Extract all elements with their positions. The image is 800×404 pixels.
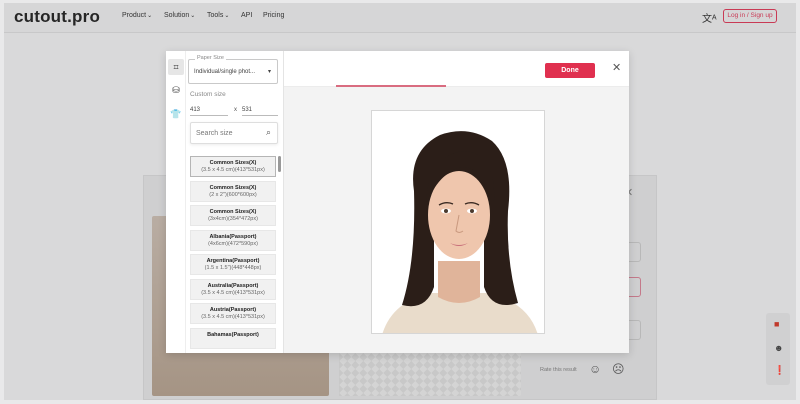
size-dimensions: (2 x 2")(600*600px) bbox=[209, 191, 257, 198]
size-dimensions: (3x4cm)(354*472px) bbox=[208, 216, 258, 222]
size-dimensions: (4x6cm)(472*590px) bbox=[208, 240, 258, 247]
login-button[interactable]: Log in / Sign up bbox=[723, 9, 777, 23]
nav-label: Product bbox=[122, 12, 147, 19]
shirt-icon[interactable]: 👕 bbox=[168, 106, 184, 122]
crop-icon[interactable]: ⌗ bbox=[168, 59, 184, 75]
size-option[interactable]: Bahamas(Passport) bbox=[190, 327, 276, 349]
crop-modal: ⌗ ⛁ 👕 Paper Size Individual/single phot.… bbox=[166, 51, 629, 353]
size-option[interactable]: Austria(Passport) (3.5 x 4.5 cm)(413*531p… bbox=[190, 303, 276, 324]
chevron-down-icon: ⌄ bbox=[224, 13, 230, 19]
chevron-down-icon: ⌄ bbox=[147, 13, 153, 19]
search-placeholder: Search size bbox=[196, 130, 233, 137]
paper-size-label: Paper Size bbox=[195, 55, 226, 61]
frown-icon: ☹ bbox=[612, 362, 625, 376]
size-name: Common Sizes(X) bbox=[209, 184, 257, 191]
paper-size-select[interactable]: Paper Size Individual/single phot... ▾ bbox=[188, 55, 278, 84]
nav-item-api[interactable]: API bbox=[241, 12, 252, 19]
size-option[interactable]: Common Sizes(X) (3x4cm)(354*472px) bbox=[190, 205, 276, 226]
custom-size-label: Custom size bbox=[190, 91, 226, 98]
search-icon: ⌕ bbox=[266, 127, 272, 137]
search-size-input[interactable]: Search size ⌕ bbox=[190, 122, 278, 144]
passport-photo bbox=[371, 110, 545, 334]
size-dimensions: (1.5 x 1.5")(448*448px) bbox=[204, 265, 262, 271]
size-name: Albania(Passport) bbox=[209, 233, 257, 240]
tool-column: ⌗ ⛁ 👕 bbox=[166, 51, 186, 353]
paint-bucket-icon[interactable]: ⛁ bbox=[168, 82, 184, 98]
logo[interactable]: cutout.pro bbox=[14, 7, 100, 27]
nav-label: Tools bbox=[207, 12, 224, 19]
nav-item-pricing[interactable]: Pricing bbox=[263, 12, 284, 19]
chevron-down-icon: ⌄ bbox=[190, 13, 196, 19]
gift-icon: ■ bbox=[774, 319, 780, 329]
feedback-icon: ❗ bbox=[774, 365, 786, 375]
size-option[interactable]: Common Sizes(X) (3.5 x 4.5 cm)(413*531px) bbox=[190, 156, 276, 177]
smile-icon: ☺ bbox=[589, 362, 602, 376]
size-option[interactable]: Australia(Passport) (3.5 x 4.5 cm)(413*53… bbox=[190, 278, 276, 300]
width-input[interactable]: 413 bbox=[190, 107, 228, 116]
size-name: Argentina(Passport) bbox=[206, 258, 260, 264]
close-icon[interactable]: ✕ bbox=[612, 61, 621, 74]
nav-item-solution[interactable]: Solution⌄ bbox=[164, 12, 195, 19]
size-list: Common Sizes(X) (3.5 x 4.5 cm)(413*531px)… bbox=[190, 156, 278, 353]
top-nav: cutout.pro Product⌄ Solution⌄ Tools⌄ API… bbox=[4, 3, 796, 33]
size-option[interactable]: Argentina(Passport) (1.5 x 1.5")(448*448p… bbox=[190, 254, 276, 275]
size-option[interactable]: Albania(Passport) (4x6cm)(472*590px) bbox=[190, 229, 276, 251]
size-name: Common Sizes(X) bbox=[209, 160, 257, 166]
size-dimensions: (3.5 x 4.5 cm)(413*531px) bbox=[201, 289, 265, 296]
portrait-image bbox=[372, 111, 544, 333]
size-panel: Paper Size Individual/single phot... ▾ C… bbox=[186, 51, 284, 353]
size-dimensions: (3.5 x 4.5 cm)(413*531px) bbox=[201, 314, 265, 320]
modal-header: Done ✕ bbox=[284, 51, 629, 87]
size-separator: x bbox=[234, 107, 237, 113]
paper-size-value: Individual/single phot... bbox=[194, 69, 256, 75]
height-input[interactable]: 531 bbox=[242, 107, 278, 116]
nav-item-product[interactable]: Product⌄ bbox=[122, 12, 152, 19]
scrollbar-thumb[interactable] bbox=[278, 156, 281, 172]
support-icon: ☻ bbox=[774, 343, 784, 353]
nav-item-tools[interactable]: Tools⌄ bbox=[207, 12, 229, 19]
caret-down-icon: ▾ bbox=[268, 69, 272, 75]
size-name: Austria(Passport) bbox=[209, 307, 257, 313]
photo-preview-area bbox=[284, 87, 629, 353]
size-name: Common Sizes(X) bbox=[209, 209, 257, 215]
rate-result-text: Rate this result bbox=[540, 367, 577, 373]
app-window: cutout.pro Product⌄ Solution⌄ Tools⌄ API… bbox=[4, 3, 796, 400]
done-button[interactable]: Done bbox=[545, 63, 595, 78]
translate-icon[interactable]: 文ᴬ bbox=[702, 10, 717, 25]
size-name: Australia(Passport) bbox=[207, 282, 259, 289]
size-option[interactable]: Common Sizes(X) (2 x 2")(600*600px) bbox=[190, 180, 276, 202]
size-name: Bahamas(Passport) bbox=[207, 331, 259, 338]
nav-label: Solution bbox=[164, 12, 190, 19]
size-dimensions: (3.5 x 4.5 cm)(413*531px) bbox=[201, 167, 265, 173]
